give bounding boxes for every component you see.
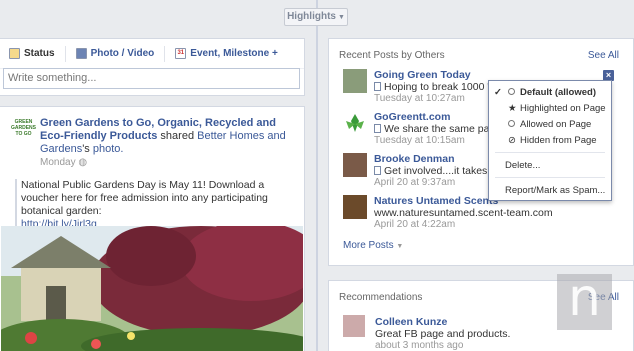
document-icon	[374, 166, 381, 175]
recent-posts-title: Recent Posts by Others	[339, 50, 445, 61]
garden-photo[interactable]	[1, 226, 303, 351]
tab-photo-video[interactable]: Photo / Video	[75, 48, 154, 59]
document-icon	[374, 124, 381, 133]
more-posts-link[interactable]: More Posts ▼	[343, 240, 403, 251]
post-quote: National Public Gardens Day is May 11! D…	[15, 179, 295, 231]
watermark-logo: n	[557, 272, 612, 330]
checkmark-icon: ✓	[494, 87, 502, 98]
avatar[interactable]	[343, 315, 365, 337]
poster-name[interactable]: Going Green Today	[374, 69, 471, 81]
avatar[interactable]	[343, 153, 367, 177]
menu-item-highlighted[interactable]: ★ Highlighted on Page	[489, 101, 611, 116]
menu-item-report-spam[interactable]: Report/Mark as Spam...	[489, 183, 611, 198]
chevron-down-icon: ▼	[337, 14, 345, 21]
avatar[interactable]	[343, 69, 367, 93]
highlights-dropdown[interactable]: Highlights ▼	[284, 8, 348, 26]
divider	[64, 45, 66, 62]
post-time[interactable]: Tuesday at 10:15am	[374, 135, 465, 146]
status-icon	[9, 48, 20, 59]
document-icon	[374, 82, 381, 91]
radio-icon	[508, 88, 515, 95]
see-all-link[interactable]: See All	[588, 50, 619, 61]
timeline-spine	[316, 0, 318, 351]
post-options-menu: ✓ Default (allowed) ★ Highlighted on Pag…	[488, 80, 612, 201]
status-composer: Status Photo / Video 31 Event, Milestone…	[0, 38, 305, 96]
photo-icon	[75, 48, 87, 59]
star-icon: ★	[508, 103, 517, 114]
recommendations-title: Recommendations	[339, 292, 423, 303]
highlights-label: Highlights	[287, 11, 336, 22]
poster-name[interactable]: Brooke Denman	[374, 153, 455, 165]
menu-divider	[495, 177, 605, 178]
poster-name[interactable]: Natures Untamed Scents	[374, 195, 498, 207]
menu-item-delete[interactable]: Delete...	[489, 158, 611, 173]
avatar[interactable]	[343, 195, 367, 219]
menu-divider	[495, 152, 605, 153]
menu-item-hidden[interactable]: ⊘ Hidden from Page	[489, 133, 611, 148]
divider	[164, 45, 166, 62]
recommender-name[interactable]: Colleen Kunze	[375, 316, 447, 328]
menu-item-allowed[interactable]: Allowed on Page	[489, 117, 611, 132]
calendar-icon: 31	[175, 48, 187, 59]
page-logo[interactable]: GREEN GARDENS TO GO	[11, 117, 36, 142]
tab-event-milestone[interactable]: 31 Event, Milestone +	[175, 48, 278, 59]
post-time[interactable]: April 20 at 4:22am	[374, 219, 455, 230]
post-time[interactable]: Tuesday at 10:27am	[374, 93, 465, 104]
post-time[interactable]: Monday	[40, 157, 76, 168]
radio-icon	[508, 120, 515, 127]
status-input[interactable]: Write something...	[3, 68, 300, 89]
globe-icon: ◍	[78, 157, 88, 168]
avatar[interactable]	[343, 111, 367, 135]
photo-link[interactable]: photo.	[93, 143, 124, 155]
chevron-down-icon: ▼	[396, 243, 404, 250]
shared-post: GREEN GARDENS TO GO Green Gardens to Go,…	[0, 106, 305, 351]
recommendation-text: Great FB page and products.	[375, 328, 511, 340]
recommendation-time[interactable]: about 3 months ago	[375, 340, 463, 351]
tab-status[interactable]: Status	[9, 48, 55, 59]
poster-name[interactable]: GoGreentt.com	[374, 111, 450, 123]
menu-item-default-allowed[interactable]: ✓ Default (allowed)	[489, 85, 611, 100]
post-time[interactable]: April 20 at 9:37am	[374, 177, 455, 188]
hidden-icon: ⊘	[508, 135, 516, 146]
